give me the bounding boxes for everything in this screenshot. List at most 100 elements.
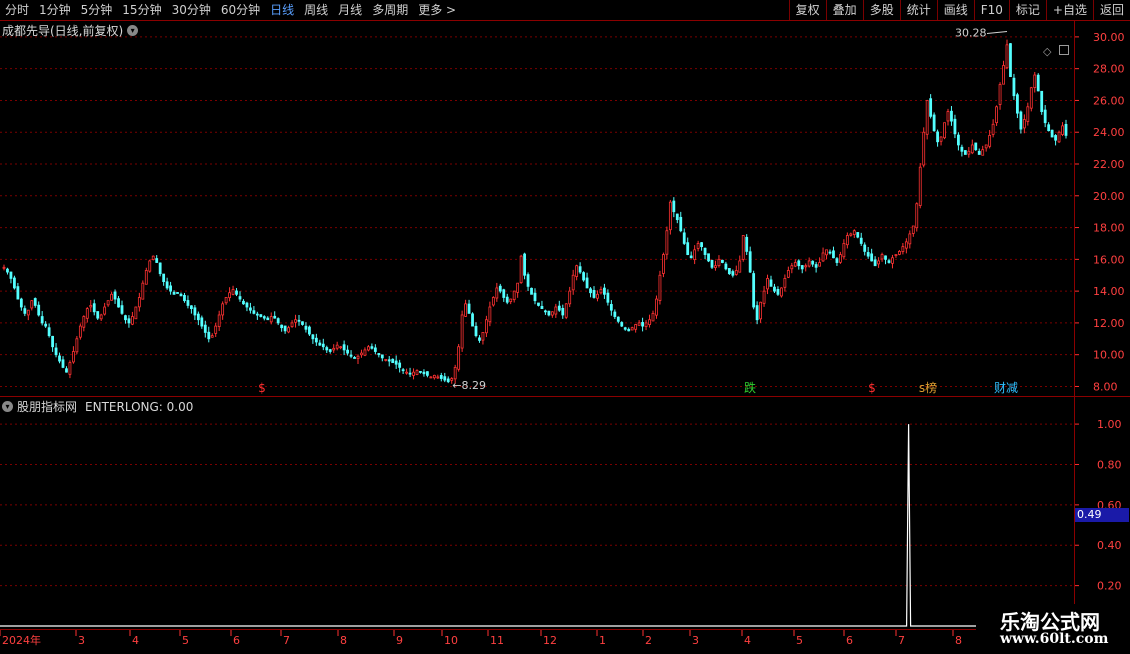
event-marker-3[interactable]: s榜	[919, 380, 937, 395]
candle-50	[176, 292, 179, 294]
candle-154	[537, 302, 540, 307]
toolbar-button-3[interactable]: 统计	[899, 0, 937, 20]
candle-303	[1054, 134, 1057, 146]
price-chart-panel[interactable]: 30.28 ←8.29 $ 跌 $ s榜 财减 成都先导(日线,前复权) ▾ ◇	[0, 21, 1074, 396]
candle-88	[308, 325, 311, 336]
time-label-12: 2	[645, 634, 652, 647]
candle-112	[391, 358, 395, 364]
period-tab-4[interactable]: 30分钟	[167, 0, 216, 20]
candle-71	[249, 302, 252, 314]
candle-121	[422, 369, 426, 377]
axis-labels: 30.00 28.00 26.00 24.00 22.00 20.00 18.00 16.00…	[1075, 31, 1125, 593]
candle-159	[554, 303, 558, 318]
price-tick-5: 20.00	[1093, 190, 1125, 203]
candle-182	[634, 323, 638, 333]
period-tab-3[interactable]: 15分钟	[117, 0, 166, 20]
indicator-panel[interactable]: ▾ 股朋指标网 ENTERLONG: 0.00	[0, 397, 1074, 629]
candlestick-chart[interactable]: 30.28 ←8.29 $ 跌 $ s榜 财减	[0, 21, 1074, 396]
candle-190	[662, 252, 665, 278]
chevron-down-icon[interactable]: ▾	[127, 25, 139, 36]
candle-80	[280, 324, 284, 332]
period-tab-10[interactable]: 更多 >	[413, 0, 461, 20]
candle-67	[235, 288, 238, 297]
candle-168	[585, 272, 589, 289]
candle-160	[557, 300, 561, 312]
indicator-chart[interactable]	[0, 397, 1074, 629]
period-tab-9[interactable]: 多周期	[367, 0, 413, 20]
candle-237	[825, 249, 828, 260]
candle-84	[294, 314, 297, 328]
candle-242	[842, 239, 846, 260]
period-tab-7[interactable]: 周线	[299, 0, 333, 20]
candle-1	[6, 267, 9, 275]
candle-20	[72, 346, 75, 364]
candle-248	[863, 242, 867, 256]
event-marker-0[interactable]: $	[258, 381, 266, 395]
candle-96	[335, 341, 339, 351]
candle-87	[304, 322, 308, 333]
candle-59	[207, 326, 211, 343]
candle-93	[325, 345, 329, 354]
candle-267	[929, 94, 933, 119]
toolbar-button-6[interactable]: 标记	[1008, 0, 1046, 20]
candle-40	[141, 280, 145, 300]
period-tab-0[interactable]: 分时	[0, 0, 34, 20]
time-label-16: 6	[846, 634, 853, 647]
candle-31	[110, 291, 113, 301]
candle-76	[266, 316, 270, 321]
toolbar-button-1[interactable]: 叠加	[825, 0, 863, 20]
candle-256	[891, 254, 894, 269]
candle-298	[1036, 73, 1040, 92]
candle-257	[894, 254, 898, 258]
candle-4	[16, 282, 20, 300]
candle-131	[457, 343, 461, 372]
candle-123	[429, 376, 433, 379]
candle-253	[880, 252, 884, 262]
candle-195	[679, 211, 683, 233]
candle-100	[349, 350, 353, 359]
candle-210	[731, 269, 735, 278]
candle-203	[707, 253, 710, 263]
diamond-icon[interactable]: ◇	[1043, 45, 1051, 58]
event-marker-2[interactable]: $	[868, 381, 876, 395]
toolbar-button-5[interactable]: F10	[973, 0, 1009, 20]
candle-213	[741, 235, 745, 262]
candle-289	[1005, 39, 1009, 70]
candle-240	[835, 257, 839, 266]
period-tab-2[interactable]: 5分钟	[76, 0, 118, 20]
candle-55	[193, 305, 197, 321]
toolbar-button-2[interactable]: 多股	[862, 0, 900, 20]
period-tab-1[interactable]: 1分钟	[34, 0, 76, 20]
candle-85	[297, 315, 301, 326]
toolbar-button-7[interactable]: +自选	[1045, 0, 1093, 20]
indicator-series-label: ENTERLONG: 0.00	[85, 399, 194, 414]
candle-23	[82, 315, 86, 332]
toolbar-button-4[interactable]: 画线	[936, 0, 974, 20]
candle-8	[30, 299, 34, 311]
high-price-label: 30.28	[955, 26, 987, 39]
period-tab-5[interactable]: 60分钟	[216, 0, 265, 20]
event-marker-1[interactable]: 跌	[744, 380, 756, 395]
candle-108	[377, 353, 381, 358]
toolbar-button-0[interactable]: 复权	[788, 0, 826, 20]
candle-3	[13, 275, 16, 290]
square-icon[interactable]	[1059, 45, 1069, 55]
period-tab-8[interactable]: 月线	[333, 0, 367, 20]
candle-10	[37, 301, 41, 317]
candle-184	[641, 317, 644, 332]
toolbar-button-8[interactable]: 返回	[1092, 0, 1130, 20]
candle-122	[426, 371, 429, 378]
chevron-down-icon[interactable]: ▾	[2, 401, 13, 412]
candle-216	[752, 270, 756, 310]
candle-271	[943, 122, 946, 140]
candle-301	[1047, 122, 1051, 132]
event-marker-4[interactable]: 财减	[994, 381, 1018, 395]
candle-282	[981, 145, 985, 156]
candle-285	[991, 119, 995, 138]
candle-101	[353, 356, 356, 359]
period-tab-6[interactable]: 日线	[265, 0, 299, 20]
time-label-1: 3	[78, 634, 85, 647]
candle-9	[33, 297, 37, 308]
candle-255	[887, 258, 891, 264]
candle-98	[342, 340, 346, 356]
